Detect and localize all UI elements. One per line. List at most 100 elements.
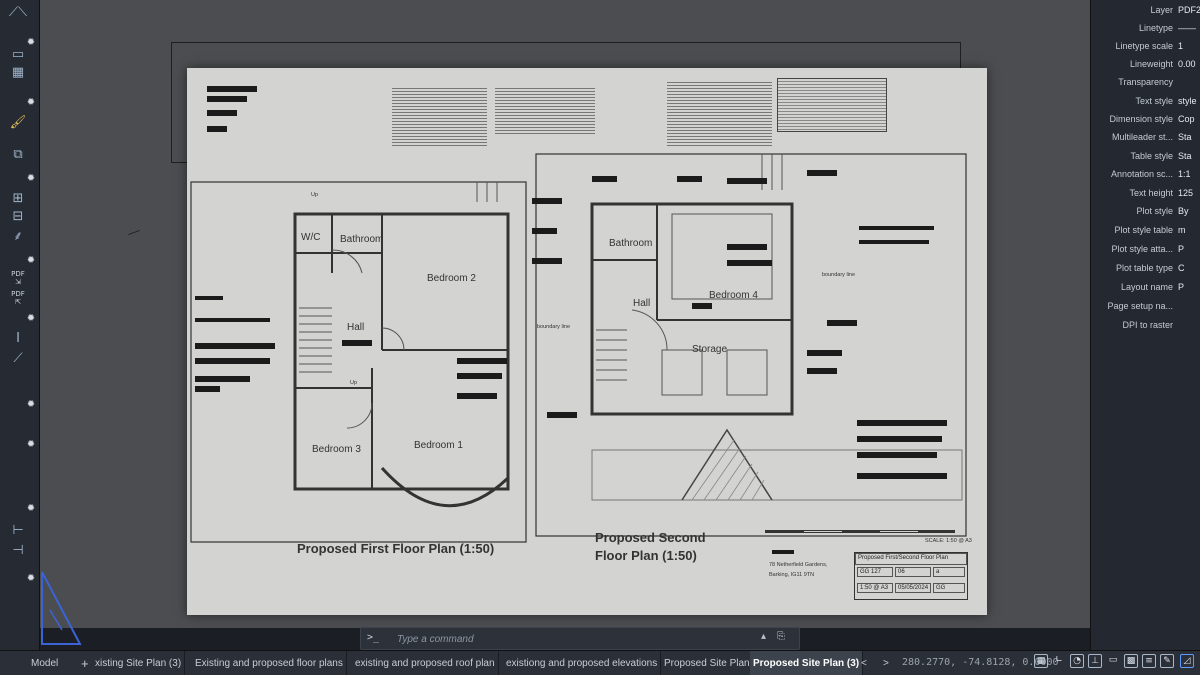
prop-transparency[interactable]: Transparency <box>1091 74 1200 93</box>
gear-icon[interactable]: ✹ <box>25 396 37 414</box>
paint-brush-icon[interactable]: 🖌 <box>2 114 34 132</box>
prop-annotation-scale[interactable]: Annotation sc... 1:1 <box>1091 166 1200 185</box>
tab-proposed-site-plan[interactable]: Proposed Site Plan <box>661 651 754 675</box>
prop-dpi-to-raster[interactable]: DPI to raster <box>1091 317 1200 336</box>
layer-tool-icon[interactable]: ⧉ <box>2 146 34 164</box>
room-label-storage: Storage <box>692 344 728 355</box>
command-prompt-icon: >_ <box>367 632 380 643</box>
tab-proposed-site-plan-3[interactable]: Proposed Site Plan (3) <box>750 651 864 675</box>
prop-layer[interactable]: LayerPDF26 <box>1091 2 1200 21</box>
brush-icon[interactable]: ⸙ <box>2 228 34 246</box>
pdf-import-icon[interactable]: PDF ⇲ <box>2 270 34 288</box>
stair-up-label: Up <box>311 192 319 198</box>
edit-block-icon[interactable]: ⊟ <box>2 208 34 226</box>
grid-icon[interactable]: ▦ <box>1034 654 1048 668</box>
prop-layout-name[interactable]: Layout name P <box>1091 279 1200 298</box>
tab-model[interactable]: Model <box>28 651 61 675</box>
prop-dimension-style[interactable]: Dimension style Cop <box>1091 111 1200 130</box>
gear-icon[interactable]: ✹ <box>25 570 37 588</box>
redacted-text <box>857 420 947 426</box>
prop-page-setup-name[interactable]: Page setup na... <box>1091 298 1200 317</box>
prop-multileader-style[interactable]: Multileader st... Sta <box>1091 129 1200 148</box>
tab-existing-proposed-elevations[interactable]: existiong and proposed elevations <box>503 651 662 675</box>
tabs-next-button[interactable]: > <box>880 651 892 675</box>
caret-up-icon[interactable]: ▴ <box>761 631 766 642</box>
prop-plot-style-table[interactable]: Plot style table m <box>1091 222 1200 241</box>
dimension-tool-icon[interactable]: ⟋ <box>2 350 34 368</box>
prop-plot-table-type[interactable]: Plot table type C <box>1091 260 1200 279</box>
prop-plot-style[interactable]: Plot style By <box>1091 203 1200 222</box>
tab-existing-proposed-floor-plans[interactable]: Existing and proposed floor plans <box>192 651 347 675</box>
prop-linetype[interactable]: Linetype —— <box>1091 20 1200 39</box>
tab-existing-site-plan-3[interactable]: xisting Site Plan (3) <box>92 651 186 675</box>
ortho-icon[interactable]: ∟ <box>1052 654 1066 668</box>
redacted-text <box>727 244 767 250</box>
site-address-line-1: 78 Netherfield Gardens, <box>769 562 828 568</box>
dynamic-input-icon[interactable]: ≡ <box>1142 654 1156 668</box>
command-input[interactable] <box>397 631 737 647</box>
polar-tracking-icon[interactable]: ◔ <box>1070 654 1084 668</box>
redacted-text <box>807 170 837 176</box>
redacted-text <box>677 176 702 182</box>
scale-label: SCALE: 1:50 @ A3 <box>925 538 972 544</box>
block-tool-icon[interactable]: ⊞ <box>2 190 34 208</box>
add-layout-button[interactable]: + <box>78 651 92 675</box>
drawing-canvas[interactable]: W/C Bathroom Bedroom 2 Hall Bedroom 3 Be… <box>40 0 1090 628</box>
redacted-text <box>807 368 837 374</box>
notes-text-block <box>667 80 772 146</box>
redacted-text <box>532 258 562 264</box>
plan-title-first-floor: Proposed First Floor Plan (1:50) <box>297 541 495 556</box>
gear-icon[interactable]: ✹ <box>25 170 37 188</box>
site-address-line-2: Barking, IG11 9TN <box>769 572 815 578</box>
workspace-icon[interactable]: ◿ <box>1180 654 1194 668</box>
notes-text-block <box>392 86 487 146</box>
gear-icon[interactable]: ✹ <box>25 436 37 454</box>
tabs-prev-button[interactable]: < <box>858 651 870 675</box>
notes-box <box>777 78 887 132</box>
selection-cycling-icon[interactable]: ▩ <box>1124 654 1138 668</box>
tab-existing-proposed-roof-plan[interactable]: existing and proposed roof plan <box>352 651 499 675</box>
pdf-export-icon[interactable]: PDF ⇱ <box>2 290 34 308</box>
prop-table-style[interactable]: Table style Sta <box>1091 148 1200 167</box>
redacted-text <box>532 198 562 204</box>
align-tool-icon[interactable]: ⊢ <box>2 522 34 540</box>
room-label-bedroom-2: Bedroom 2 <box>427 273 476 284</box>
measure-tool-icon[interactable]: ⊣ <box>2 542 34 560</box>
redacted-text <box>195 386 220 392</box>
revision-mark: a <box>933 567 965 577</box>
gear-icon[interactable]: ✹ <box>25 252 37 270</box>
title-block: Proposed First/Second Floor Plan GG 127 … <box>854 552 968 600</box>
redacted-text <box>857 436 942 442</box>
redacted-text <box>457 393 497 399</box>
redacted-text <box>727 178 767 184</box>
clipboard-icon[interactable]: ⎘ <box>777 631 785 642</box>
gear-icon[interactable]: ✹ <box>25 500 37 518</box>
redacted-text <box>207 110 237 116</box>
snap-tracking-icon[interactable]: ▭ <box>1106 654 1120 668</box>
redacted-text <box>692 303 712 309</box>
crosshair-mark <box>128 229 140 236</box>
redacted-text <box>195 343 275 349</box>
annotation-visibility-icon[interactable]: ✎ <box>1160 654 1174 668</box>
prop-linetype-scale[interactable]: Linetype scale 1 <box>1091 38 1200 57</box>
notes-text-block <box>495 86 595 136</box>
redacted-text <box>859 240 929 244</box>
gear-icon[interactable]: ✹ <box>25 310 37 328</box>
command-line[interactable]: >_ ▴ ⎘ <box>360 627 800 650</box>
object-snap-icon[interactable]: ⊥ <box>1088 654 1102 668</box>
prop-text-height[interactable]: Text height 125 <box>1091 185 1200 204</box>
gear-icon[interactable]: ✹ <box>25 94 37 112</box>
room-label-hall: Hall <box>347 322 365 333</box>
room-label-bathroom-2: Bathroom <box>609 238 653 249</box>
redacted-text <box>807 350 842 356</box>
redacted-text <box>859 226 934 230</box>
prop-lineweight[interactable]: Lineweight 0.00 <box>1091 56 1200 75</box>
prop-plot-style-attached[interactable]: Plot style atta... P <box>1091 241 1200 260</box>
room-label-bathroom: Bathroom <box>340 234 384 245</box>
text-tool-icon[interactable]: I <box>2 330 34 348</box>
hatch-tool-icon[interactable]: ▦ <box>2 64 34 82</box>
room-label-bedroom-3: Bedroom 3 <box>312 444 361 455</box>
rectangle-tool-icon[interactable]: ▭ <box>2 46 34 64</box>
polyline-tool-icon[interactable]: ⟋⟍ <box>2 4 34 22</box>
prop-text-style[interactable]: Text style style <box>1091 93 1200 112</box>
